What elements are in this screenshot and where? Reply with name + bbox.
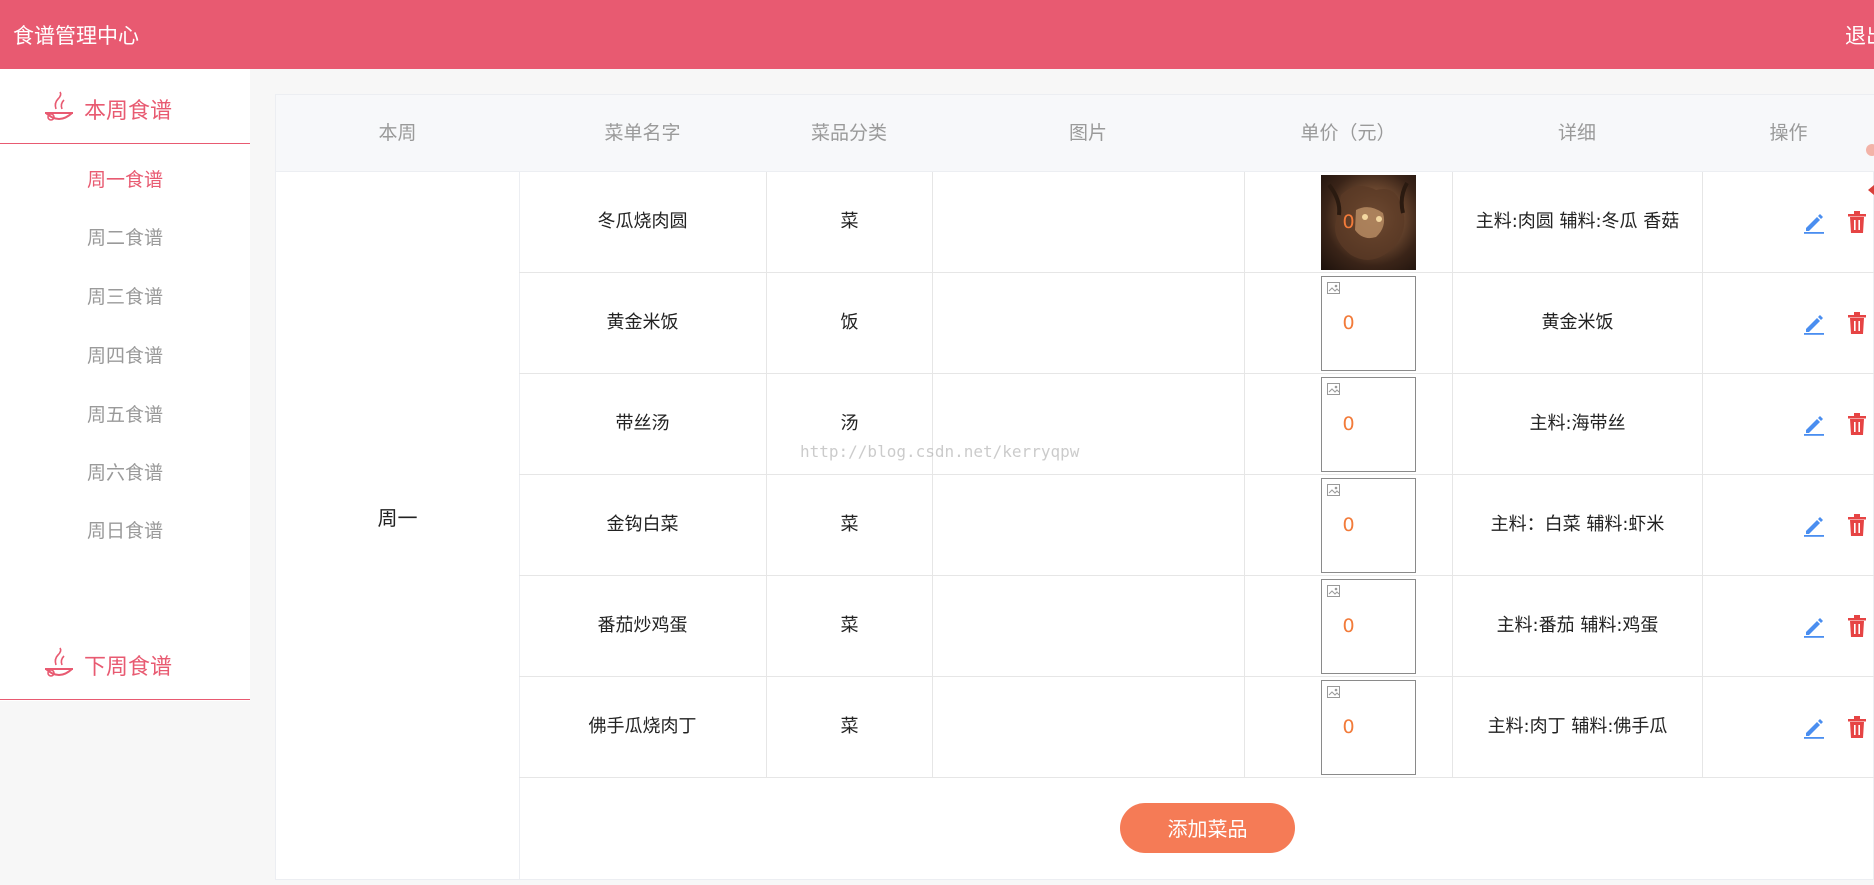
- sidebar-item-tuesday[interactable]: 周二食谱: [0, 223, 250, 253]
- dish-price: 0: [1244, 576, 1452, 676]
- sidebar-section-label: 下周食谱: [84, 655, 173, 680]
- dish-image-cell: [932, 677, 1244, 777]
- dish-category: 菜: [766, 576, 932, 676]
- col-header-detail: 详细: [1557, 122, 1596, 144]
- table-row: 黄金米饭 饭 0 黄金米饭: [519, 273, 1874, 374]
- pencil-icon[interactable]: [1802, 412, 1826, 436]
- dish-name: 佛手瓜烧肉丁: [588, 716, 697, 737]
- dish-name: 金钩白菜: [606, 514, 679, 535]
- dish-name: 带丝汤: [615, 413, 670, 434]
- logout-link[interactable]: 退出: [1845, 20, 1874, 50]
- dish-category: 菜: [766, 677, 932, 777]
- sidebar-item-thursday[interactable]: 周四食谱: [0, 341, 250, 371]
- trash-icon[interactable]: [1846, 210, 1868, 234]
- dish-image-cell: [932, 576, 1244, 676]
- food-bowl-icon: [45, 647, 73, 677]
- watermark: http://blog.csdn.net/kerryqpw: [800, 442, 1080, 461]
- edge-decoration: [1866, 144, 1874, 195]
- sidebar-section-next-week[interactable]: 下周食谱: [0, 625, 250, 700]
- app-title: 食谱管理中心: [13, 24, 139, 48]
- col-header-name: 菜单名字: [604, 122, 681, 144]
- table-row: 番茄炒鸡蛋 菜 0 主料:番茄 辅料:鸡蛋: [519, 576, 1874, 677]
- week-value: 周一: [377, 506, 418, 530]
- trash-icon[interactable]: [1846, 311, 1868, 335]
- dish-category: 菜: [766, 475, 932, 575]
- sidebar-item-wednesday[interactable]: 周三食谱: [0, 282, 250, 312]
- pencil-icon[interactable]: [1802, 614, 1826, 638]
- col-header-week: 本周: [378, 122, 417, 144]
- sidebar-item-saturday[interactable]: 周六食谱: [0, 458, 250, 488]
- sidebar-section-label: 本周食谱: [84, 99, 173, 124]
- col-header-action: 操作: [1769, 122, 1808, 144]
- sidebar-item-sunday[interactable]: 周日食谱: [0, 516, 250, 546]
- week-cell: 周一: [276, 172, 520, 880]
- dish-category: 菜: [766, 172, 932, 272]
- col-header-category: 菜品分类: [810, 122, 887, 144]
- pencil-icon[interactable]: [1802, 715, 1826, 739]
- table-header: 本周 菜单名字 菜品分类 图片 单价（元） 详细 操作: [276, 95, 1874, 172]
- dish-price: 0: [1244, 273, 1452, 373]
- dish-price: 0: [1244, 374, 1452, 474]
- sidebar: 本周食谱 周一食谱 周二食谱 周三食谱 周四食谱 周五食谱 周六食谱 周日食谱 …: [0, 69, 250, 701]
- pencil-icon[interactable]: [1802, 311, 1826, 335]
- trash-icon[interactable]: [1846, 614, 1868, 638]
- dish-detail: 主料:肉丁 辅料:佛手瓜: [1452, 677, 1702, 777]
- table-row: 带丝汤 汤 0 主料:海带丝: [519, 374, 1874, 475]
- sidebar-section-this-week[interactable]: 本周食谱: [0, 69, 250, 144]
- trash-icon[interactable]: [1846, 412, 1868, 436]
- sidebar-item-monday[interactable]: 周一食谱: [0, 165, 250, 195]
- top-header: 食谱管理中心 退出: [0, 0, 1874, 69]
- dish-price: 0: [1244, 172, 1452, 272]
- dish-image-cell: [932, 172, 1244, 272]
- dish-detail: 主料:番茄 辅料:鸡蛋: [1452, 576, 1702, 676]
- dish-name: 冬瓜烧肉圆: [597, 211, 688, 232]
- dish-detail: 主料：白菜 辅料:虾米: [1452, 475, 1702, 575]
- dish-price: 0: [1244, 475, 1452, 575]
- dish-name: 番茄炒鸡蛋: [597, 615, 688, 636]
- dish-name: 黄金米饭: [606, 312, 679, 333]
- pencil-icon[interactable]: [1802, 210, 1826, 234]
- menu-table-card: 本周 菜单名字 菜品分类 图片 单价（元） 详细 操作 周一 冬瓜烧肉圆 菜 0…: [275, 94, 1874, 880]
- col-header-price: 单价（元）: [1300, 122, 1396, 144]
- table-row: 佛手瓜烧肉丁 菜 0 主料:肉丁 辅料:佛手瓜: [519, 677, 1874, 778]
- dish-detail: 主料:肉圆 辅料:冬瓜 香菇: [1452, 172, 1702, 272]
- dish-detail: 主料:海带丝: [1452, 374, 1702, 474]
- add-dish-button[interactable]: 添加菜品: [1120, 803, 1295, 853]
- dish-price: 0: [1244, 677, 1452, 777]
- sidebar-item-friday[interactable]: 周五食谱: [0, 400, 250, 430]
- dish-detail: 黄金米饭: [1452, 273, 1702, 373]
- dish-image-cell: [932, 475, 1244, 575]
- dish-image-cell: [932, 273, 1244, 373]
- food-bowl-icon: [45, 91, 73, 121]
- table-row: 金钩白菜 菜 0 主料：白菜 辅料:虾米: [519, 475, 1874, 576]
- dish-category: 饭: [766, 273, 932, 373]
- table-row: 冬瓜烧肉圆 菜 0 主料:肉圆 辅料:冬瓜 香菇: [519, 172, 1874, 273]
- trash-icon[interactable]: [1846, 715, 1868, 739]
- trash-icon[interactable]: [1846, 513, 1868, 537]
- pencil-icon[interactable]: [1802, 513, 1826, 537]
- col-header-image: 图片: [1068, 122, 1107, 144]
